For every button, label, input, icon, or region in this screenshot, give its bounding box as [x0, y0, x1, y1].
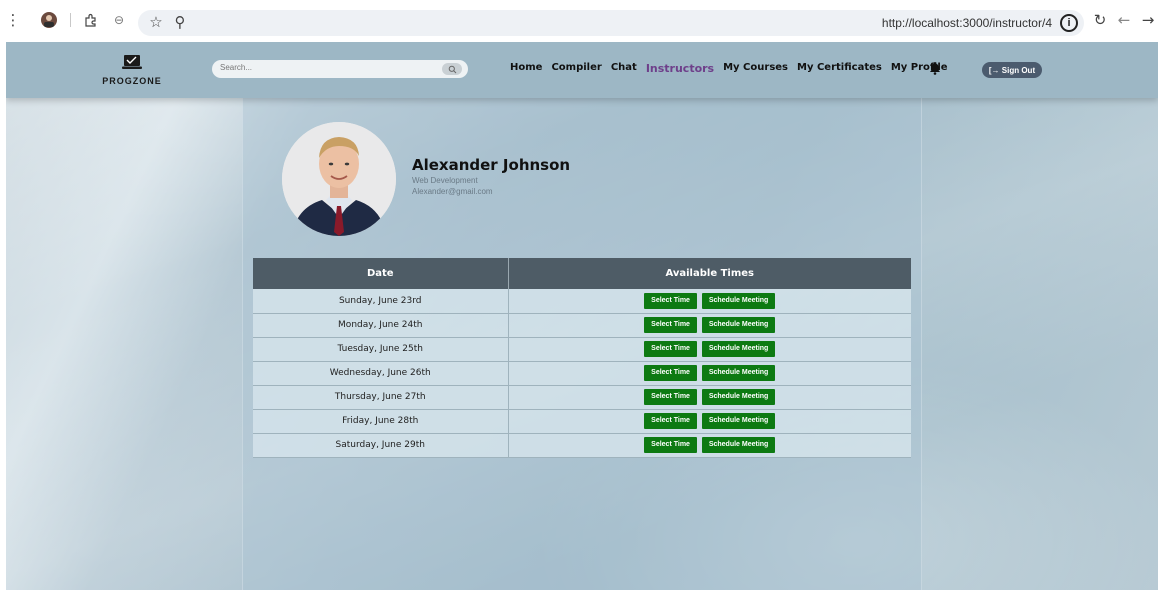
table-header-row: Date Available Times — [253, 258, 911, 289]
laptop-logo-icon — [122, 55, 142, 69]
nav-my-certificates[interactable]: My Certificates — [797, 62, 882, 78]
instructor-avatar — [282, 122, 396, 236]
schedule-meeting-button[interactable]: Schedule Meeting — [701, 292, 776, 309]
search-input[interactable]: Search... — [212, 60, 468, 78]
bookmark-star-icon[interactable]: ☆ — [148, 12, 164, 32]
times-column-header: Available Times — [508, 258, 911, 289]
search-icon — [448, 65, 456, 73]
reload-icon[interactable]: ↻ — [1092, 10, 1108, 30]
sign-out-button[interactable]: [→ Sign Out — [982, 62, 1042, 78]
notification-bell-icon[interactable] — [929, 61, 941, 75]
schedule-meeting-button[interactable]: Schedule Meeting — [701, 389, 776, 405]
select-time-button[interactable]: Select Time — [644, 317, 697, 333]
site-logo[interactable]: PROGZONE — [102, 52, 162, 90]
actions-cell: Select Time Schedule Meeting — [508, 385, 911, 410]
select-time-button[interactable]: Select Time — [644, 341, 697, 357]
toolbar-separator — [70, 13, 71, 27]
nav-chat[interactable]: Chat — [611, 62, 637, 78]
date-cell: Wednesday, June 26th — [253, 361, 509, 386]
nav-instructors[interactable]: Instructors — [646, 62, 714, 78]
site-navbar: PROGZONE Search... Home Compiler Chat In… — [6, 42, 1158, 98]
actions-cell: Select Time Schedule Meeting — [508, 409, 911, 434]
select-time-button[interactable]: Select Time — [644, 365, 697, 381]
nav-my-courses[interactable]: My Courses — [723, 62, 788, 78]
date-cell: Tuesday, June 25th — [253, 337, 509, 362]
date-cell: Saturday, June 29th — [253, 433, 509, 458]
logo-text: PROGZONE — [102, 76, 162, 86]
schedule-meeting-button[interactable]: Schedule Meeting — [701, 365, 776, 381]
actions-cell: Select Time Schedule Meeting — [508, 313, 911, 338]
actions-cell: Select Time Schedule Meeting — [508, 337, 911, 362]
table-row: Monday, June 24th Select Time Schedule M… — [253, 313, 911, 338]
table-row: Wednesday, June 26th Select Time Schedul… — [253, 361, 911, 386]
actions-cell: Select Time Schedule Meeting — [508, 433, 911, 458]
page-viewport: PROGZONE Search... Home Compiler Chat In… — [6, 42, 1158, 590]
actions-cell: Select Time Schedule Meeting — [508, 361, 911, 386]
select-time-button[interactable]: Select Time — [644, 389, 697, 405]
address-bar[interactable]: ☆ ⚲ http://localhost:3000/instructor/4 i — [138, 10, 1084, 36]
tracking-icon[interactable]: ⊖ — [112, 10, 126, 30]
table-row: Sunday, June 23rd Select Time Schedule M… — [253, 289, 911, 314]
menu-dots-icon[interactable]: ⋮ — [6, 10, 21, 30]
table-row: Friday, June 28th Select Time Schedule M… — [253, 409, 911, 434]
search-button[interactable] — [442, 63, 462, 75]
zoom-icon[interactable]: ⚲ — [172, 12, 188, 32]
date-cell: Thursday, June 27th — [253, 385, 509, 410]
instructor-specialty: Web Development — [412, 176, 478, 185]
extensions-icon[interactable] — [82, 10, 100, 30]
instructor-name: Alexander Johnson — [412, 156, 571, 174]
select-time-button[interactable]: Select Time — [644, 413, 697, 429]
schedule-meeting-button[interactable]: Schedule Meeting — [701, 437, 776, 453]
schedule-meeting-button[interactable]: Schedule Meeting — [701, 317, 776, 333]
availability-table: Date Available Times Sunday, June 23rd S… — [253, 258, 911, 458]
date-cell: Friday, June 28th — [253, 409, 509, 434]
main-nav: Home Compiler Chat Instructors My Course… — [510, 62, 957, 78]
url-text[interactable]: http://localhost:3000/instructor/4 — [882, 16, 1052, 30]
nav-home[interactable]: Home — [510, 62, 542, 78]
date-cell: Monday, June 24th — [253, 313, 509, 338]
back-icon[interactable]: ← — [1116, 10, 1132, 30]
actions-cell: Select Time Schedule Meeting — [508, 289, 911, 314]
instructor-email: Alexander@gmail.com — [412, 187, 493, 196]
date-column-header: Date — [253, 258, 509, 289]
browser-toolbar: ⋮ ⊖ ☆ ⚲ http://localhost:3000/instructor… — [0, 0, 1158, 42]
schedule-meeting-button[interactable]: Schedule Meeting — [701, 341, 776, 357]
nav-compiler[interactable]: Compiler — [551, 62, 601, 78]
search-placeholder: Search... — [220, 63, 253, 72]
table-row: Thursday, June 27th Select Time Schedule… — [253, 385, 911, 410]
profile-avatar-icon[interactable] — [38, 10, 60, 30]
table-row: Tuesday, June 25th Select Time Schedule … — [253, 337, 911, 362]
select-time-button[interactable]: Select Time — [644, 292, 697, 309]
forward-icon[interactable]: → — [1140, 10, 1156, 30]
date-cell: Sunday, June 23rd — [253, 289, 509, 314]
table-row: Saturday, June 29th Select Time Schedule… — [253, 433, 911, 458]
schedule-meeting-button[interactable]: Schedule Meeting — [701, 413, 776, 429]
site-info-icon[interactable]: i — [1060, 14, 1078, 32]
select-time-button[interactable]: Select Time — [644, 437, 697, 453]
